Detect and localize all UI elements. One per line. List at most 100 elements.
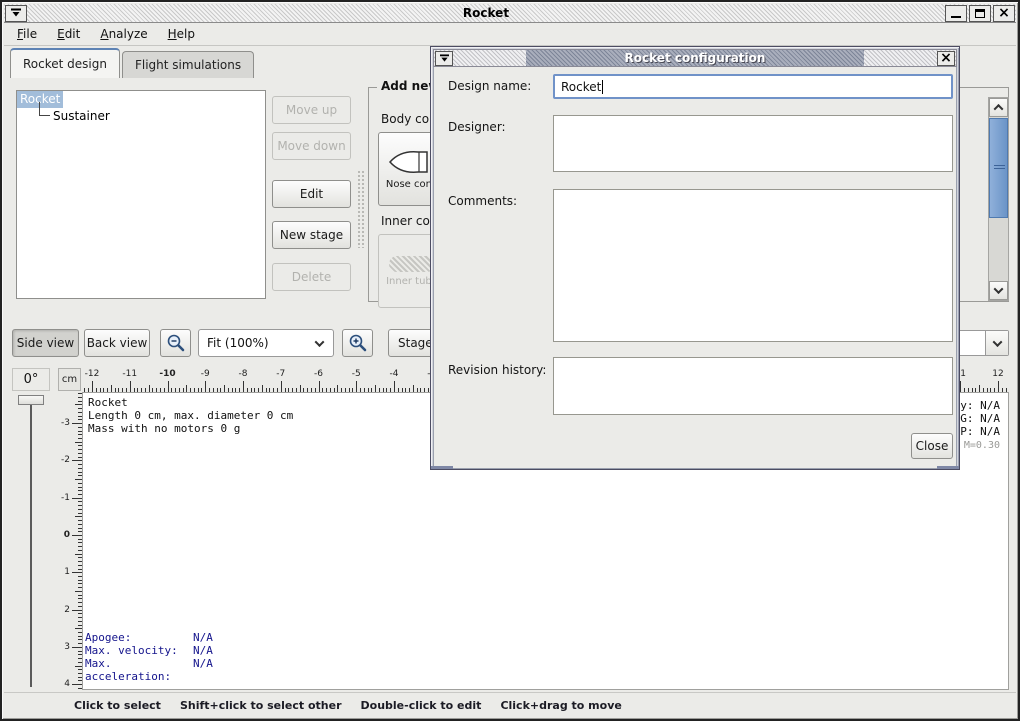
ruler-tick [998,381,999,392]
move-up-button[interactable]: Move up [272,96,351,124]
back-view-button[interactable]: Back view [84,329,150,357]
menu-bar: File Edit Analyze Help [4,23,1016,46]
zoom-in-button[interactable] [342,329,373,357]
status-hint-0: Click to select [74,699,161,712]
menu-edit[interactable]: Edit [54,25,83,43]
ruler-label: -4 [390,369,399,379]
scrollbar-grip [994,165,1005,171]
tab-rocket-design[interactable]: Rocket design [10,48,120,78]
ruler-tick [75,479,82,480]
component-tree[interactable]: RocketSustainer [16,90,266,299]
ruler-tick [75,516,82,517]
window-menu-icon [439,54,450,63]
ruler-label: -10 [159,369,175,379]
text-caret [602,80,603,94]
ruler-tick [168,381,169,392]
ruler-unit-button[interactable]: cm [58,368,81,391]
ruler-tick [72,647,82,648]
zoom-level-value: Fit (100%) [199,336,305,350]
split-drag-handle[interactable] [357,170,365,248]
design-name-label: Design name: [448,79,531,93]
tree-item-sustainer[interactable]: Sustainer [17,108,265,125]
flight-stat-label: Max. acceleration: [85,657,193,683]
menu-analyze[interactable]: Analyze [97,25,150,43]
ruler-tick [281,381,282,392]
side-view-button[interactable]: Side view [12,329,79,357]
window-menu-icon [10,8,22,18]
stage-select-combobox[interactable] [952,330,1009,356]
ruler-tick [72,572,82,573]
component-panel-scrollbar[interactable] [988,97,1009,301]
design-name-field[interactable]: Rocket [553,74,953,99]
flight-stat-row: Apogee:N/A [85,631,213,644]
scrollbar-thumb[interactable] [989,118,1008,218]
maximize-icon [975,9,985,18]
comments-field[interactable] [553,189,953,342]
ruler-tick [72,423,82,424]
move-down-button[interactable]: Move down [272,132,351,160]
dialog-title: Rocket configuration [625,51,766,65]
ruler-tick [72,460,82,461]
dialog-close-button[interactable]: Close [911,433,953,459]
ruler-tick [413,385,414,392]
ruler-label: 0 [64,530,70,540]
dialog-window-menu-button[interactable] [435,51,453,66]
ruler-tick [300,385,301,392]
ruler-label: -8 [239,369,248,379]
main-window: Rocket × File Edit Analyze Help Rocket desi… [0,0,1020,721]
ruler-tick [149,385,150,392]
ruler-label: -6 [314,369,323,379]
resize-grip[interactable] [937,466,959,469]
rotation-slider-handle[interactable] [18,395,44,405]
minimize-button[interactable] [945,5,967,22]
zoom-out-button[interactable] [160,329,191,357]
ruler-tick [72,535,82,536]
ruler-tick [92,381,93,392]
status-hint-3: Click+drag to move [500,699,621,712]
maximize-button[interactable] [969,5,991,22]
combo-arrow-button[interactable] [985,331,1008,355]
rotation-slider-track[interactable] [30,405,32,687]
ruler-tick [75,628,82,629]
ruler-label: -11 [122,369,137,379]
flight-stat-value: N/A [193,657,213,683]
close-button[interactable]: × [993,5,1015,22]
tree-item-label: Sustainer [50,108,113,125]
status-hint-1: Shift+click to select other [180,699,342,712]
tab-flight-simulations[interactable]: Flight simulations [122,51,254,78]
rotation-indicator: 0° [12,368,50,391]
scroll-down-button[interactable] [989,281,1008,300]
delete-button[interactable]: Delete [272,263,351,291]
ruler-label: -12 [85,369,100,379]
flight-stat-label: Max. velocity: [85,644,193,657]
ruler-tick [75,591,82,592]
revision-history-field[interactable] [553,357,953,415]
menu-file[interactable]: File [14,25,40,43]
rocket-configuration-dialog: Rocket configuration × Design name: Rock… [430,46,960,470]
flight-stat-value: N/A [193,631,213,644]
new-stage-button[interactable]: New stage [272,221,351,249]
ruler-tick [224,385,225,392]
ruler-tick [979,385,980,392]
chevron-up-icon [994,104,1004,114]
ruler-tick [394,381,395,392]
ruler-tick [75,666,82,667]
chevron-down-icon [992,337,1002,347]
combo-arrow [305,340,333,347]
tree-item-rocket[interactable]: Rocket [17,91,265,108]
ruler-label: 2 [64,605,70,615]
ruler-tick [205,381,206,392]
designer-field[interactable] [553,115,953,172]
flight-stat-label: Apogee: [85,631,193,644]
dialog-titlebar: Rocket configuration × [433,49,957,67]
designer-label: Designer: [448,120,506,134]
resize-grip[interactable] [431,466,453,469]
edit-button[interactable]: Edit [272,180,351,208]
zoom-out-icon [166,333,186,353]
scroll-up-button[interactable] [989,98,1008,117]
ruler-tick [111,385,112,392]
zoom-level-combobox[interactable]: Fit (100%) [198,329,334,357]
menu-help[interactable]: Help [165,25,198,43]
dialog-close-x-button[interactable]: × [937,51,955,66]
window-menu-button[interactable] [5,5,27,22]
